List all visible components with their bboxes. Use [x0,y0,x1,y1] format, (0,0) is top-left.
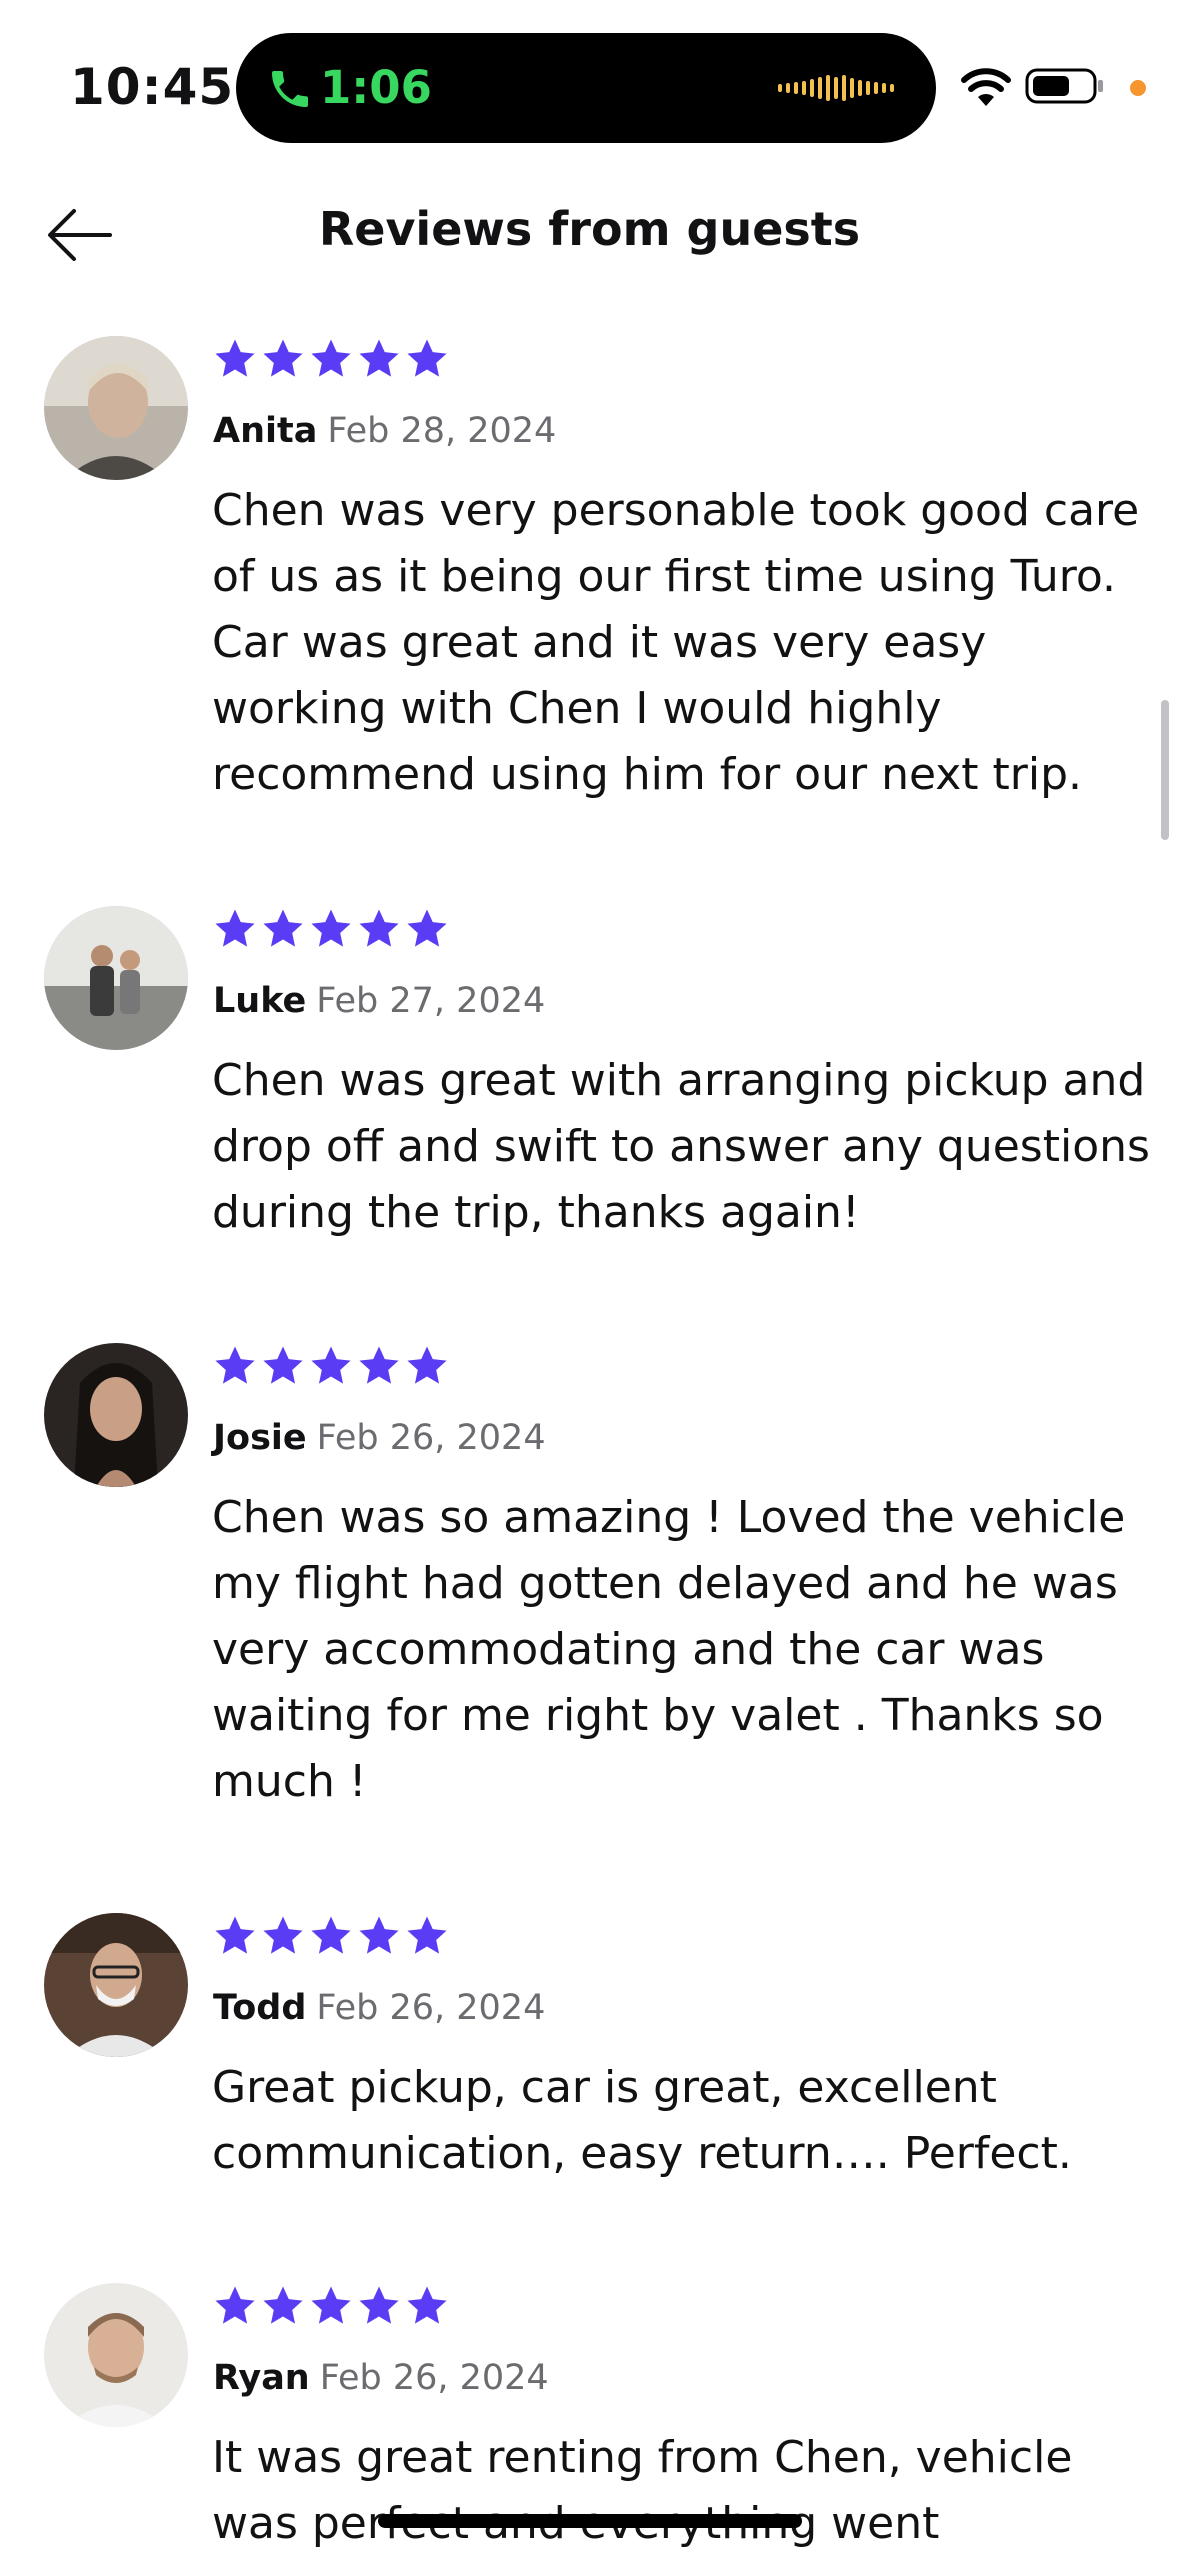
star-icon [407,339,447,377]
waveform-icon [778,75,894,101]
review-date: Feb 28, 2024 [327,411,557,451]
rating-stars [212,336,450,384]
status-bar: 10:45 1:06 [0,0,1179,160]
review-date: Feb 26, 2024 [319,2358,549,2398]
avatar[interactable] [44,336,188,480]
star-icon [407,1346,447,1384]
dynamic-island-call[interactable]: 1:06 [236,33,936,143]
review-date: Feb 26, 2024 [316,1418,546,1458]
page-title: Reviews from guests [318,202,861,256]
review-text: Chen was great with arranging pickup and… [212,1055,1150,1238]
star-icon [407,1916,447,1954]
header: Reviews from guests [0,170,1179,290]
star-icon [407,2286,447,2324]
star-icon [359,2286,399,2324]
star-icon [215,1346,255,1384]
star-icon [215,2286,255,2324]
reviewer-name[interactable]: Josie [213,1418,307,1458]
review-meta: Anita Feb 28, 2024 [213,411,556,451]
star-icon [311,1916,351,1954]
status-time: 10:45 [70,58,235,116]
rating-stars [212,2283,450,2331]
star-icon [359,339,399,377]
star-icon [215,339,255,377]
star-icon [215,909,255,947]
star-icon [359,1916,399,1954]
rating-stars [212,1343,450,1391]
privacy-indicator-dot [1130,80,1146,96]
battery-icon [1025,68,1103,104]
rating-stars [212,906,450,954]
review-meta: Josie Feb 26, 2024 [213,1418,546,1458]
review-meta: Todd Feb 26, 2024 [213,1988,545,2028]
avatar[interactable] [44,1343,188,1487]
review-text: Great pickup, car is great, excellent co… [212,2062,1072,2179]
rating-stars [212,1913,450,1961]
review-date: Feb 26, 2024 [316,1988,546,2028]
avatar[interactable] [44,906,188,1050]
star-icon [359,909,399,947]
star-icon [263,339,303,377]
reviewer-name[interactable]: Todd [213,1988,306,2028]
review-text: Chen was very personable took good care … [212,485,1140,800]
avatar[interactable] [44,1913,188,2057]
star-icon [407,909,447,947]
star-icon [215,1916,255,1954]
star-icon [263,1346,303,1384]
reviewer-name[interactable]: Luke [213,981,306,1021]
review-date: Feb 27, 2024 [316,981,546,1021]
call-duration: 1:06 [320,61,432,114]
star-icon [359,1346,399,1384]
star-icon [311,339,351,377]
home-indicator[interactable] [378,2514,802,2528]
star-icon [311,2286,351,2324]
star-icon [263,909,303,947]
star-icon [263,2286,303,2324]
phone-icon [272,71,308,107]
star-icon [263,1916,303,1954]
scrollbar[interactable] [1161,700,1169,840]
reviewer-name[interactable]: Anita [213,411,317,451]
review-meta: Luke Feb 27, 2024 [213,981,545,1021]
star-icon [311,1346,351,1384]
review-text: It was great renting from Chen, vehicle … [212,2432,1073,2549]
review-meta: Ryan Feb 26, 2024 [213,2358,549,2398]
wifi-icon [961,68,1011,106]
reviewer-name[interactable]: Ryan [213,2358,310,2398]
review-text: Chen was so amazing ! Loved the vehicle … [212,1492,1126,1807]
avatar[interactable] [44,2283,188,2427]
star-icon [311,909,351,947]
